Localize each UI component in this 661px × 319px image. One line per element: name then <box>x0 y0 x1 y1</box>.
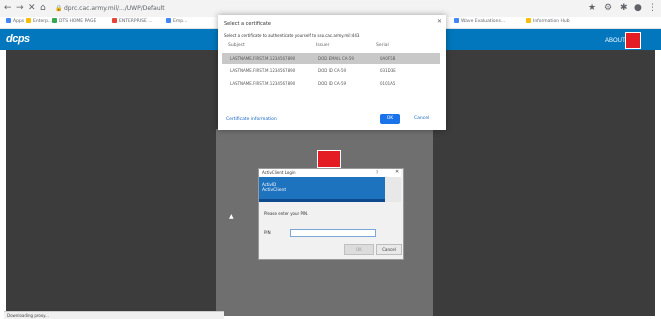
ok-button[interactable]: OK <box>380 114 400 124</box>
bookmark-icon <box>166 18 171 23</box>
close-icon[interactable]: ✕ <box>437 18 442 25</box>
cert-serial: 0A0F5B <box>380 56 396 61</box>
puzzle-icon[interactable]: ✱ <box>620 3 628 14</box>
bookmark-icon <box>26 18 31 23</box>
profile-avatar-icon[interactable]: ● <box>634 3 642 14</box>
forward-arrow-icon[interactable]: → <box>16 3 24 14</box>
bookmark-enterp[interactable]: Enterp... <box>26 18 52 26</box>
cancel-button[interactable]: Cancel <box>414 116 429 121</box>
pin-field-label: PIN <box>264 230 271 235</box>
star-icon[interactable]: ★ <box>588 3 596 14</box>
menu-dots-icon[interactable]: ⋮ <box>648 3 657 14</box>
bookmark-dts-home[interactable]: DTS HOME PAGE <box>52 18 96 26</box>
cert-serial: 031D3E <box>380 68 396 73</box>
bookmark-apps[interactable]: Apps <box>6 18 24 26</box>
dialog-description: Select a certificate to authenticate you… <box>224 33 360 38</box>
bookmark-icon <box>52 18 57 23</box>
bookmark-emp[interactable]: Emp... <box>166 18 187 26</box>
home-icon[interactable]: ⌂ <box>40 3 46 14</box>
usace-castle-emblem <box>317 150 341 168</box>
lock-icon: 🔒 <box>55 5 63 12</box>
pin-input[interactable] <box>290 229 376 237</box>
bookmark-icon <box>526 18 531 23</box>
about-link[interactable]: ABOUT <box>605 38 626 44</box>
cert-serial: 0101A5 <box>380 81 396 86</box>
extension-icon[interactable]: ⚙ <box>604 3 612 14</box>
close-icon[interactable]: ✕ <box>395 169 399 175</box>
certificate-row[interactable]: LASTNAME.FIRST.M.1234567890 DOD ID CA-59… <box>222 78 440 89</box>
bookmark-icon <box>454 18 459 23</box>
cert-issuer: DOD ID CA-59 <box>318 81 347 86</box>
mouse-pointer-icon: ▲ <box>229 213 234 220</box>
banner-stripe <box>259 199 385 202</box>
pin-dialog-title: ActivClient Login <box>262 170 296 175</box>
bookmark-enterprise[interactable]: ENTERPRISE ... <box>112 18 153 26</box>
cert-issuer: DOD EMAIL CA-59 <box>318 56 354 61</box>
dialog-title: Select a certificate <box>224 21 271 27</box>
usace-castle-logo <box>625 32 641 49</box>
cert-subject: LASTNAME.FIRST.M.1234567890 <box>230 81 296 86</box>
column-header-issuer[interactable]: Issuer <box>316 43 330 48</box>
banner-side-panel <box>385 177 401 202</box>
column-header-serial[interactable]: Serial <box>376 43 389 48</box>
apps-grid-icon <box>6 18 11 23</box>
bookmark-info-hub[interactable]: Information Hub <box>526 18 570 26</box>
pin-cancel-button[interactable]: Cancel <box>376 244 402 255</box>
certificate-information-link[interactable]: Certificate information <box>226 117 277 122</box>
bookmark-icon <box>112 18 117 23</box>
close-stop-icon[interactable]: ✕ <box>28 3 36 14</box>
certificate-row[interactable]: LASTNAME.FIRST.M.1234567890 DOD ID CA-59… <box>222 65 440 76</box>
cert-issuer: DOD ID CA-59 <box>318 68 347 73</box>
banner-product: ActivClient <box>262 188 287 193</box>
dcps-logo: dcps <box>6 33 30 45</box>
back-arrow-icon[interactable]: ← <box>4 3 12 14</box>
cert-subject: LASTNAME.FIRST.M.1234567890 <box>230 68 296 73</box>
cert-subject: LASTNAME.FIRST.M.1234567890 <box>230 56 296 61</box>
banner-brand: ActivID <box>262 182 277 187</box>
bookmark-wave[interactable]: Wave Evaluations... <box>454 18 505 26</box>
column-header-subject[interactable]: Subject <box>228 43 245 48</box>
address-bar[interactable]: dprc.cac.army.mil/.../UWP/Default <box>64 3 165 14</box>
pin-prompt-text: Please enter your PIN. <box>264 211 309 216</box>
help-icon[interactable]: ? <box>376 170 378 175</box>
pin-ok-button[interactable]: OK <box>344 244 374 255</box>
certificate-row[interactable]: LASTNAME.FIRST.M.1234567890 DOD EMAIL CA… <box>222 53 440 64</box>
